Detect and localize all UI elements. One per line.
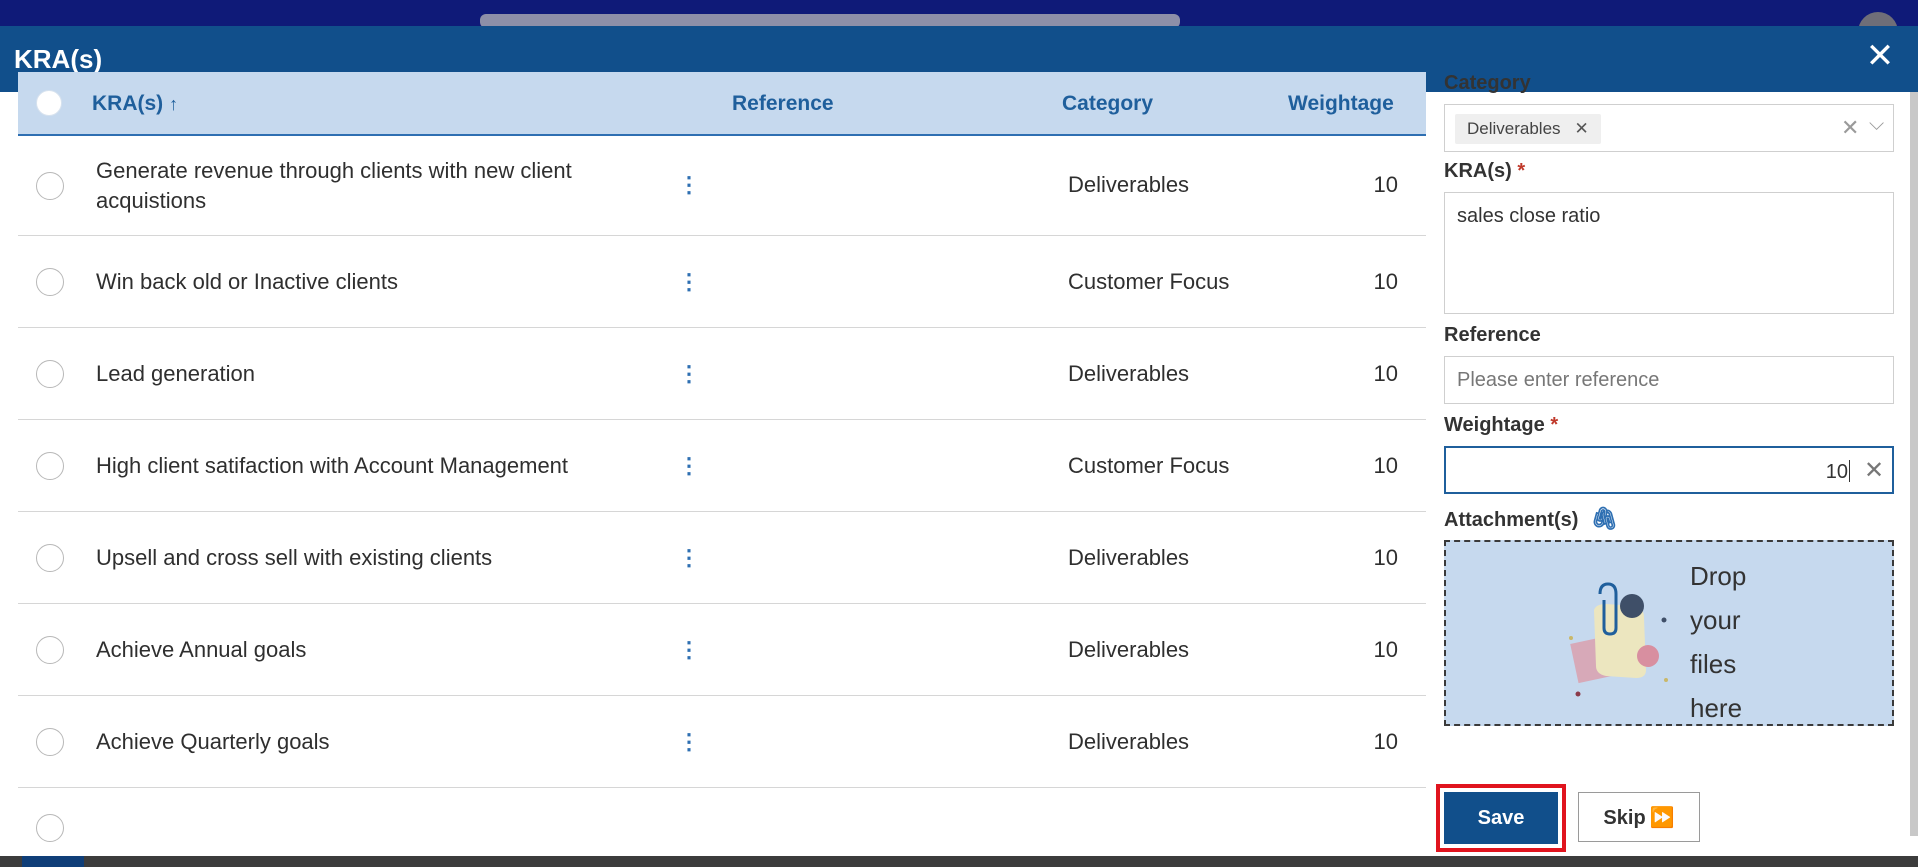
chevron-down-icon[interactable]: ⌵ (1869, 113, 1884, 136)
reference-input[interactable]: Please enter reference (1444, 356, 1894, 404)
category-select[interactable]: Deliverables ✕ ✕ ⌵ (1444, 104, 1894, 152)
row-category: Deliverables (1068, 729, 1190, 754)
save-button[interactable]: Save (1444, 792, 1558, 844)
reference-label: Reference (1444, 324, 1541, 346)
table-row[interactable]: Win back old or Inactive clients ⋮ Custo… (18, 236, 1426, 328)
weightage-input-value: 10 (1826, 460, 1850, 484)
dropzone-text: Drop your files here (1690, 561, 1747, 723)
row-category: Deliverables (1068, 172, 1190, 197)
kra-textarea[interactable]: sales close ratio (1444, 192, 1894, 314)
modal-title: KRA(s) (14, 44, 103, 74)
row-kra: Achieve Annual goals (96, 637, 307, 662)
row-checkbox[interactable] (36, 636, 64, 664)
kebab-menu-icon[interactable]: ⋮ (678, 451, 700, 481)
row-kra: Upsell and cross sell with existing clie… (96, 545, 493, 570)
column-header-category[interactable]: Category (1062, 92, 1153, 116)
row-weightage: 10 (1373, 637, 1398, 662)
background-footer (0, 856, 1918, 867)
row-kra: High client satifaction with Account Man… (96, 453, 569, 478)
file-dropzone[interactable]: Drop your files here (1444, 540, 1894, 726)
weightage-label: Weightage * (1444, 414, 1894, 442)
modal-scrollbar[interactable] (1910, 92, 1918, 836)
kra-form: Category Deliverables ✕ ✕ ⌵ KRA(s) * sale… (1444, 72, 1894, 726)
kebab-menu-icon[interactable]: ⋮ (678, 727, 700, 757)
row-weightage: 10 (1373, 545, 1398, 570)
column-header-reference[interactable]: Reference (732, 92, 834, 116)
kra-table: KRA(s) ↑ Reference Category Weightage Gen… (18, 72, 1426, 842)
row-category: Deliverables (1068, 361, 1190, 386)
row-checkbox[interactable] (36, 360, 64, 388)
skip-button[interactable]: Skip ⏩ (1578, 792, 1700, 842)
table-row[interactable]: High client satifaction with Account Man… (18, 420, 1426, 512)
row-category: Deliverables (1068, 637, 1190, 662)
table-row[interactable]: Upsell and cross sell with existing clie… (18, 512, 1426, 604)
text-caret (1849, 460, 1850, 482)
clear-icon[interactable]: ✕ (1841, 115, 1859, 141)
row-kra: Achieve Quarterly goals (96, 729, 330, 754)
sort-ascending-icon: ↑ (169, 94, 179, 114)
row-kra: Generate revenue through clients with ne… (96, 158, 572, 213)
required-indicator: * (1517, 160, 1526, 182)
kebab-menu-icon[interactable]: ⋮ (678, 543, 700, 573)
kra-field-label: KRA(s) * (1444, 160, 1894, 188)
table-row[interactable]: Achieve Annual goals ⋮ Deliverables 10 (18, 604, 1426, 696)
row-weightage: 10 (1373, 172, 1398, 197)
row-category: Customer Focus (1068, 453, 1230, 478)
clear-icon[interactable]: ✕ (1864, 456, 1884, 485)
attachments-label-text: Attachment(s) (1444, 509, 1579, 531)
weightage-input[interactable]: 10 ✕ (1444, 446, 1894, 494)
row-weightage: 10 (1373, 729, 1398, 754)
row-checkbox[interactable] (36, 728, 64, 756)
kebab-menu-icon[interactable]: ⋮ (678, 359, 700, 389)
remove-tag-icon[interactable]: ✕ (1575, 119, 1589, 138)
category-tag: Deliverables ✕ (1455, 114, 1601, 144)
weightage-label-text: Weightage (1444, 414, 1545, 436)
table-row[interactable]: Achieve Quarterly goals ⋮ Deliverables 1… (18, 696, 1426, 788)
required-indicator: * (1550, 414, 1559, 436)
column-header-weightage[interactable]: Weightage (1288, 92, 1394, 116)
row-category: Customer Focus (1068, 269, 1230, 294)
table-row-partial (18, 788, 1426, 842)
row-checkbox[interactable] (36, 172, 64, 200)
weightage-value-text: 10 (1825, 461, 1848, 483)
upload-illustration-icon (1569, 582, 1668, 697)
column-header-kra[interactable]: KRA(s) ↑ (92, 92, 178, 116)
select-all-checkbox[interactable] (36, 90, 62, 116)
row-checkbox[interactable] (36, 268, 64, 296)
row-weightage: 10 (1373, 361, 1398, 386)
column-header-kra-label: KRA(s) (92, 92, 164, 115)
table-row[interactable]: Lead generation ⋮ Deliverables 10 (18, 328, 1426, 420)
row-checkbox[interactable] (36, 544, 64, 572)
kebab-menu-icon[interactable]: ⋮ (678, 267, 700, 297)
table-row[interactable]: Generate revenue through clients with ne… (18, 136, 1426, 236)
row-category: Deliverables (1068, 545, 1190, 570)
row-weightage: 10 (1373, 269, 1398, 294)
row-weightage: 10 (1373, 453, 1398, 478)
kebab-menu-icon[interactable]: ⋮ (678, 635, 700, 665)
row-kra: Win back old or Inactive clients (96, 269, 399, 294)
background-logo (22, 856, 84, 867)
table-header: KRA(s) ↑ Reference Category Weightage (18, 72, 1426, 136)
row-kra: Lead generation (96, 361, 256, 386)
paperclip-icon[interactable]: 🖇 (1590, 506, 1618, 532)
fast-forward-icon: ⏩ (1649, 806, 1675, 829)
kebab-menu-icon[interactable]: ⋮ (678, 170, 700, 200)
row-checkbox[interactable] (36, 452, 64, 480)
skip-button-label: Skip (1603, 806, 1646, 829)
category-tag-label: Deliverables (1467, 119, 1561, 138)
close-icon[interactable]: ✕ (1864, 39, 1896, 73)
attachments-label: Attachment(s) 🖇 (1444, 506, 1894, 534)
kra-field-label-text: KRA(s) (1444, 160, 1512, 182)
category-label: Category (1444, 72, 1531, 94)
row-checkbox[interactable] (36, 814, 64, 842)
